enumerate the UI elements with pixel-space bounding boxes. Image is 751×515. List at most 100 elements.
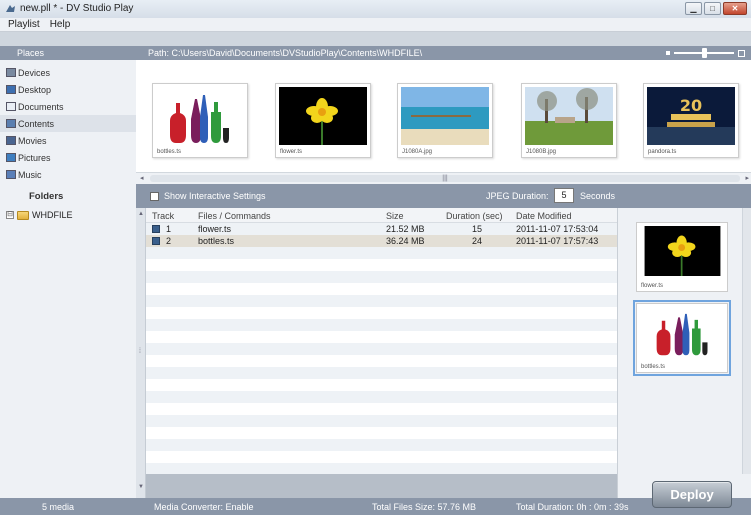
table-row xyxy=(146,439,617,451)
table-row xyxy=(146,307,617,319)
place-item-pictures[interactable]: Pictures xyxy=(0,149,136,166)
cell-date: 2011-11-07 17:57:43 xyxy=(516,236,599,246)
column-files[interactable]: Files / Commands xyxy=(198,211,271,221)
table-row xyxy=(146,343,617,355)
scroll-down-icon[interactable]: ▼ xyxy=(138,484,144,490)
column-size[interactable]: Size xyxy=(386,211,404,221)
preview-panel: flower.ts bottles.ts xyxy=(617,208,751,498)
settings-bar: Show Interactive Settings JPEG Duration:… xyxy=(136,184,751,208)
cell-size: 21.52 MB xyxy=(386,224,425,234)
thumbnail-flower[interactable]: flower.ts xyxy=(275,83,371,158)
place-item-label: Desktop xyxy=(18,84,52,95)
zoom-control[interactable] xyxy=(666,46,745,60)
music-icon xyxy=(6,170,16,179)
table-row[interactable]: 2 bottles.ts 36.24 MB 24 2011-11-07 17:57:43 xyxy=(146,235,617,247)
thumbnail-caption: bottles.ts xyxy=(157,149,182,155)
preview-flower[interactable]: flower.ts xyxy=(636,222,728,292)
tree-item-whdfile[interactable]: ⊟ WHDFILE xyxy=(6,208,73,222)
cell-file: bottles.ts xyxy=(198,236,235,246)
media-converter-status: Media Converter: Enable xyxy=(154,502,254,512)
table-row[interactable]: 1 flower.ts 21.52 MB 15 2011-11-07 17:53:04 xyxy=(146,223,617,235)
cell-file: flower.ts xyxy=(198,224,232,234)
jpeg-duration-label: JPEG Duration: xyxy=(486,191,549,201)
thumbnail-bottles[interactable]: bottles.ts xyxy=(152,83,248,158)
maximize-button[interactable]: □ xyxy=(704,2,721,15)
window-title: new.pll * - DV Studio Play xyxy=(20,3,134,14)
table-row xyxy=(146,355,617,367)
place-item-label: Documents xyxy=(18,101,64,112)
jpeg-duration-unit: Seconds xyxy=(580,191,616,201)
deploy-button[interactable]: Deploy xyxy=(652,481,732,508)
preview-image xyxy=(640,307,725,357)
video-file-icon xyxy=(152,237,160,245)
thumbnail-beach[interactable]: J1080A.jpg xyxy=(397,83,493,158)
zoom-slider[interactable] xyxy=(674,48,734,58)
scroll-up-icon[interactable]: ▲ xyxy=(138,211,144,217)
column-date[interactable]: Date Modified xyxy=(516,211,572,221)
maximize-icon: □ xyxy=(710,3,715,13)
scroll-right-icon[interactable]: ▸ xyxy=(745,174,749,182)
movies-icon xyxy=(6,136,16,145)
column-track[interactable]: Track xyxy=(152,211,174,221)
cell-track: 1 xyxy=(166,224,172,234)
show-interactive-label: Show Interactive Settings xyxy=(164,191,266,201)
path-bar: Path: C:\Users\David\Documents\DVStudioP… xyxy=(136,46,751,60)
place-item-label: Devices xyxy=(18,67,51,78)
media-count: 5 media xyxy=(42,502,75,512)
table-row xyxy=(146,391,617,403)
place-item-label: Movies xyxy=(18,135,47,146)
folder-icon xyxy=(17,210,29,220)
zoom-slider-knob[interactable] xyxy=(701,48,707,58)
cell-duration: 24 xyxy=(472,236,483,246)
menu-help[interactable]: Help xyxy=(50,18,71,31)
thumbnail-image xyxy=(401,87,489,145)
table-footer xyxy=(146,474,617,498)
menu-playlist[interactable]: Playlist xyxy=(8,18,40,31)
thumbnail-strip: bottles.ts flower.ts J1080A.jpg J1080B.jpg 2… xyxy=(136,60,751,172)
table-row xyxy=(146,271,617,283)
place-item-contents[interactable]: Contents xyxy=(0,115,136,132)
show-interactive-checkbox[interactable] xyxy=(150,192,159,201)
menu-bar: Playlist Help xyxy=(0,18,751,32)
scroll-grip-icon[interactable]: ||| xyxy=(442,175,447,182)
scroll-track[interactable]: ||| xyxy=(150,175,740,182)
desktop-icon xyxy=(6,85,16,94)
place-item-documents[interactable]: Documents xyxy=(0,98,136,115)
place-item-desktop[interactable]: Desktop xyxy=(0,81,136,98)
track-table: Track Files / Commands Size Duration (se… xyxy=(146,208,617,475)
table-row xyxy=(146,379,617,391)
table-row xyxy=(146,451,617,463)
zoom-out-icon[interactable] xyxy=(666,51,670,55)
zoom-in-icon[interactable] xyxy=(738,49,745,57)
splitter-grip-icon[interactable]: ⁞ xyxy=(139,348,141,355)
table-row xyxy=(146,319,617,331)
table-row xyxy=(146,247,617,259)
collapse-toggle-icon[interactable]: ⊟ xyxy=(6,211,14,219)
table-splitter[interactable]: ▲ ⁞ ▼ xyxy=(136,208,146,498)
jpeg-duration-input[interactable]: 5 xyxy=(554,188,574,203)
thumbnail-scrollbar[interactable]: ◂ ||| ▸ xyxy=(136,172,751,184)
documents-icon xyxy=(6,102,16,111)
thumbnail-fox[interactable]: 20 pandora.ts xyxy=(643,83,739,158)
table-header: Track Files / Commands Size Duration (se… xyxy=(146,208,617,223)
preview-scrollbar[interactable] xyxy=(742,208,751,474)
app-icon xyxy=(6,5,15,12)
scroll-left-icon[interactable]: ◂ xyxy=(140,174,144,182)
column-duration[interactable]: Duration (sec) xyxy=(446,211,503,221)
place-item-devices[interactable]: Devices xyxy=(0,64,136,81)
thumbnail-caption: flower.ts xyxy=(280,149,303,155)
thumbnail-park[interactable]: J1080B.jpg xyxy=(521,83,617,158)
places-panel: Devices Desktop Documents Contents Movies Pic… xyxy=(0,60,136,498)
path-text: Path: C:\Users\David\Documents\DVStudioP… xyxy=(148,48,423,58)
place-item-movies[interactable]: Movies xyxy=(0,132,136,149)
thumbnail-image: 20 xyxy=(647,87,735,145)
table-row xyxy=(146,427,617,439)
minimize-icon: ▁ xyxy=(690,3,697,13)
preview-bottles[interactable]: bottles.ts xyxy=(633,300,731,376)
place-item-music[interactable]: Music xyxy=(0,166,136,183)
minimize-button[interactable]: ▁ xyxy=(685,2,702,15)
pictures-icon xyxy=(6,153,16,162)
close-button[interactable]: ✕ xyxy=(723,2,747,15)
cell-size: 36.24 MB xyxy=(386,236,425,246)
place-item-label: Music xyxy=(18,169,42,180)
